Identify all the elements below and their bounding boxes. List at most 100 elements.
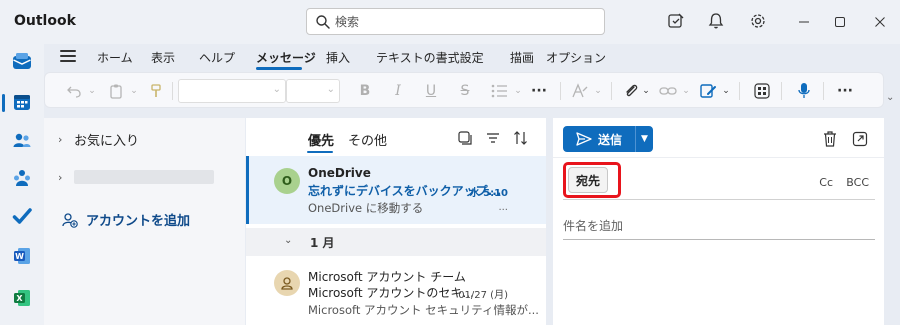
svg-text:X: X [16,294,23,303]
minimize-button[interactable] [792,10,816,34]
sign-icon[interactable] [697,81,719,101]
groups-icon[interactable] [8,164,36,192]
search-input[interactable] [335,12,595,32]
attach-dropdown-icon[interactable]: ⌄ [641,81,651,101]
chevron-down-icon: ⌄ [272,84,281,95]
right-edge [884,118,900,325]
tab-home[interactable]: ホーム [97,49,133,66]
dictate-icon[interactable] [793,81,815,101]
send-icon [576,132,592,146]
gear-icon[interactable] [748,11,768,31]
paste-dropdown-icon[interactable]: ⌄ [129,81,139,101]
styles-dropdown-icon[interactable]: ⌄ [593,81,603,101]
compose-pane: 送信 ▼ 宛先 Cc BCC [553,118,884,325]
close-button[interactable] [868,10,892,34]
add-account-label: アカウントを追加 [86,214,191,229]
send-label: 送信 [597,132,622,147]
account-name-redacted [74,170,214,184]
bullets-icon[interactable] [489,81,511,101]
trash-icon[interactable] [821,130,839,148]
font-size-select[interactable]: ⌄ [286,79,340,103]
toolbar-separator [781,82,782,100]
mail-item-microsoft-account[interactable]: Microsoft アカウント チーム Microsoft アカウントのセキ..… [246,258,546,325]
tab-message[interactable]: メッセージ [256,49,316,66]
send-button[interactable]: 送信 [563,126,635,152]
feedback-icon[interactable] [666,11,686,31]
message-list-header: 優先 その他 [246,118,546,156]
ribbon-expand-icon[interactable]: ⌄ [886,92,894,103]
subject-field[interactable] [563,212,875,240]
focused-tab-indicator [307,151,333,153]
send-options-button[interactable]: ▼ [635,126,653,152]
rail-active-indicator [2,94,5,112]
bullets-dropdown-icon[interactable]: ⌄ [513,81,523,101]
to-field[interactable]: 宛先 Cc BCC [563,162,875,200]
todo-icon[interactable] [8,202,36,230]
bell-icon[interactable] [706,11,726,31]
account-folder[interactable]: › [58,170,214,184]
calendar-icon[interactable] [8,88,36,116]
tab-focused[interactable]: 優先 [308,130,334,149]
tab-options[interactable]: オプション [546,49,606,66]
bold-icon[interactable]: B [357,81,373,101]
undo-dropdown-icon[interactable]: ⌄ [87,81,97,101]
mail-more-icon[interactable]: ... [498,202,508,213]
group-label: 1 月 [310,236,335,250]
people-icon[interactable] [8,126,36,154]
select-icon[interactable] [456,129,474,147]
word-icon[interactable]: W [8,242,36,270]
to-button[interactable]: 宛先 [568,167,608,193]
mail-preview: OneDrive に移動する [308,201,424,215]
bcc-button[interactable]: BCC [846,176,869,189]
mail-item-onedrive[interactable]: O OneDrive 忘れずにデバイスをバックアップ... 水 5:10 One… [246,156,546,224]
font-name-select[interactable]: ⌄ [178,79,286,103]
toolbar-separator [172,82,173,100]
mail-time: 水 5:10 [469,188,508,199]
tab-insert[interactable]: 挿入 [326,49,350,66]
undo-icon[interactable] [63,81,85,101]
underline-icon[interactable]: U [423,81,439,101]
title-bar: Outlook [0,0,900,44]
excel-icon[interactable]: X [8,284,36,312]
cc-button[interactable]: Cc [819,176,833,189]
attach-icon[interactable] [621,81,641,101]
mail-subject: Microsoft アカウントのセキ... [308,286,474,300]
compose-toolbar: 送信 ▼ [553,118,884,158]
format-painter-icon[interactable] [145,81,167,101]
subject-input[interactable] [563,216,863,236]
tab-help[interactable]: ヘルプ [199,49,235,66]
popout-icon[interactable] [851,130,869,148]
chevron-right-icon: › [58,133,63,146]
tab-view[interactable]: 表示 [151,49,175,66]
mail-icon[interactable] [8,48,36,76]
tab-draw[interactable]: 描画 [510,49,534,66]
strikethrough-icon[interactable]: S [457,81,473,101]
italic-icon[interactable]: I [390,81,406,101]
filter-icon[interactable] [484,129,502,147]
tab-other[interactable]: その他 [348,130,387,149]
chevron-down-icon: ▼ [641,134,648,144]
paste-icon[interactable] [105,81,127,101]
favorites-folder[interactable]: › お気に入り [58,130,139,149]
link-icon[interactable] [657,81,679,101]
search-box[interactable] [306,8,605,35]
tab-format-text[interactable]: テキストの書式設定 [376,49,484,66]
hamburger-icon[interactable] [60,50,76,64]
apps-icon[interactable] [751,81,773,101]
folder-pane: › お気に入り › アカウントを追加 [44,118,245,325]
link-dropdown-icon[interactable]: ⌄ [681,81,691,101]
search-icon [316,15,330,29]
sign-dropdown-icon[interactable]: ⌄ [721,81,731,101]
sort-icon[interactable] [512,129,530,147]
compose-body[interactable] [563,246,875,316]
chevron-down-icon: ⌄ [326,84,335,95]
more-icon[interactable]: ··· [835,81,855,101]
group-header-january[interactable]: ⌄ 1 月 [246,228,546,256]
message-list: 優先 その他 O OneDrive 忘れずにデバイスをバックアップ... 水 5… [246,118,546,325]
more-icon[interactable]: ··· [529,81,549,101]
styles-icon[interactable] [569,81,591,101]
svg-text:W: W [15,252,24,261]
maximize-button[interactable] [828,10,852,34]
onedrive-avatar: O [274,168,300,194]
add-account-button[interactable]: アカウントを追加 [62,210,190,229]
